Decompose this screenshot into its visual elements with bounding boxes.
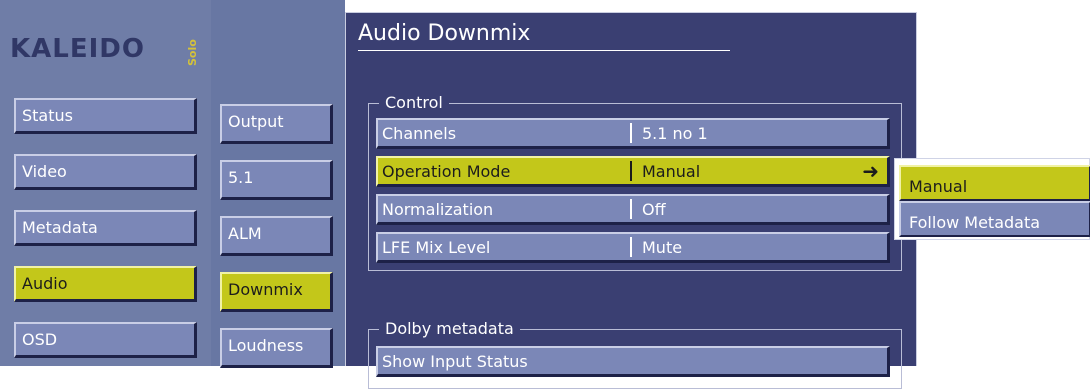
show-input-status-label: Show Input Status	[382, 352, 528, 371]
operation-mode-row[interactable]: Operation Mode Manual ➜	[376, 156, 890, 187]
control-group-label: Control	[379, 93, 449, 113]
downmix-panel: Audio Downmix Control Channels 5.1 no 1 …	[345, 12, 917, 389]
control-group: Control Channels 5.1 no 1 Operation Mode…	[368, 93, 902, 271]
channels-row[interactable]: Channels 5.1 no 1	[376, 118, 890, 149]
right-arrow-icon: ➜	[862, 159, 879, 183]
option-manual[interactable]: Manual	[899, 165, 1090, 201]
option-follow-metadata[interactable]: Follow Metadata	[899, 201, 1090, 237]
lfe-mix-level-value: Mute	[642, 238, 683, 257]
value-separator	[630, 123, 632, 143]
operation-mode-label: Operation Mode	[382, 162, 511, 181]
submenu-output-button[interactable]: Output	[220, 104, 333, 144]
dolby-metadata-group-label: Dolby metadata	[379, 319, 520, 339]
main-menu: KALEIDO Solo Status Video Metadata Audio…	[0, 0, 211, 366]
menu-status-button[interactable]: Status	[14, 98, 197, 134]
lfe-mix-level-label: LFE Mix Level	[382, 238, 491, 257]
submenu-loudness-button[interactable]: Loudness	[220, 328, 333, 368]
menu-metadata-button[interactable]: Metadata	[14, 210, 197, 246]
channels-label: Channels	[382, 124, 457, 143]
lfe-mix-level-row[interactable]: LFE Mix Level Mute	[376, 232, 890, 263]
logo-brand: KALEIDO	[10, 34, 145, 64]
submenu-alm-button[interactable]: ALM	[220, 216, 333, 256]
normalization-label: Normalization	[382, 200, 494, 219]
show-input-status-row[interactable]: Show Input Status	[376, 346, 890, 377]
menu-audio-button[interactable]: Audio	[14, 266, 197, 302]
menu-video-button[interactable]: Video	[14, 154, 197, 190]
operation-mode-dropdown: Manual Follow Metadata	[894, 158, 1090, 240]
submenu-downmix-button[interactable]: Downmix	[220, 272, 333, 312]
logo-edition: Solo	[186, 39, 199, 66]
channels-value: 5.1 no 1	[642, 124, 708, 143]
audio-submenu: Output 5.1 ALM Downmix Loudness	[211, 0, 345, 368]
value-separator	[630, 161, 632, 181]
normalization-row[interactable]: Normalization Off	[376, 194, 890, 225]
value-separator	[630, 199, 632, 219]
operation-mode-value: Manual	[642, 162, 701, 181]
submenu-5-1-button[interactable]: 5.1	[220, 160, 333, 200]
normalization-value: Off	[642, 200, 666, 219]
menu-osd-button[interactable]: OSD	[14, 322, 197, 358]
kaleido-logo: KALEIDO Solo	[10, 26, 200, 70]
page-title: Audio Downmix	[358, 21, 730, 51]
value-separator	[630, 237, 632, 257]
dolby-metadata-group: Dolby metadata Show Input Status	[368, 319, 902, 389]
